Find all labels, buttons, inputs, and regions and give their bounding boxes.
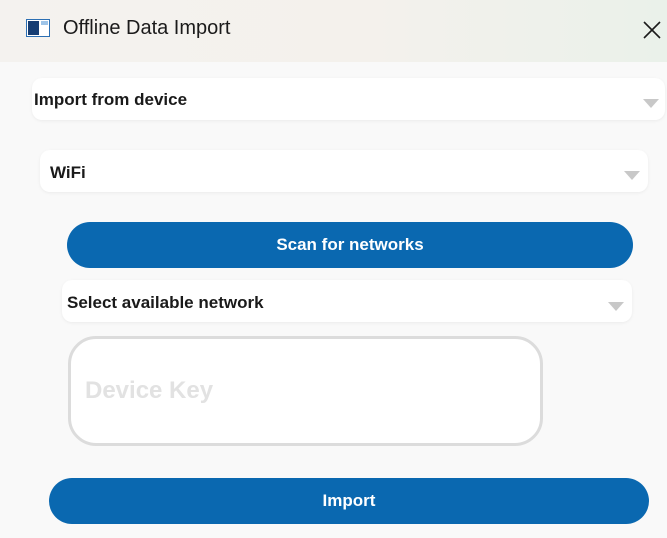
title-bar: Offline Data Import bbox=[0, 0, 667, 62]
connection-type-value: WiFi bbox=[50, 163, 86, 182]
network-select[interactable]: Select available network bbox=[62, 280, 632, 322]
window-title: Offline Data Import bbox=[63, 17, 231, 39]
dropdown-arrow-icon bbox=[608, 302, 624, 311]
scan-for-networks-label: Scan for networks bbox=[276, 235, 424, 254]
import-source-value: Import from device bbox=[34, 90, 188, 109]
scan-for-networks-button[interactable]: Scan for networks bbox=[67, 222, 633, 268]
connection-type-select[interactable]: WiFi bbox=[40, 150, 648, 192]
dropdown-arrow-icon bbox=[643, 99, 659, 108]
import-button-label: Import bbox=[322, 491, 376, 510]
import-source-select[interactable]: Import from device bbox=[32, 78, 665, 120]
app-window-icon bbox=[26, 19, 50, 37]
dropdown-arrow-icon bbox=[624, 171, 640, 180]
network-select-value: Select available network bbox=[67, 293, 264, 312]
device-key-input[interactable] bbox=[68, 336, 543, 446]
dialog-content: Import from device WiFi Scan for network… bbox=[0, 62, 667, 538]
import-button[interactable]: Import bbox=[49, 478, 649, 524]
offline-data-import-dialog: Offline Data Import Import from device W… bbox=[0, 0, 667, 538]
close-icon[interactable] bbox=[638, 12, 667, 48]
